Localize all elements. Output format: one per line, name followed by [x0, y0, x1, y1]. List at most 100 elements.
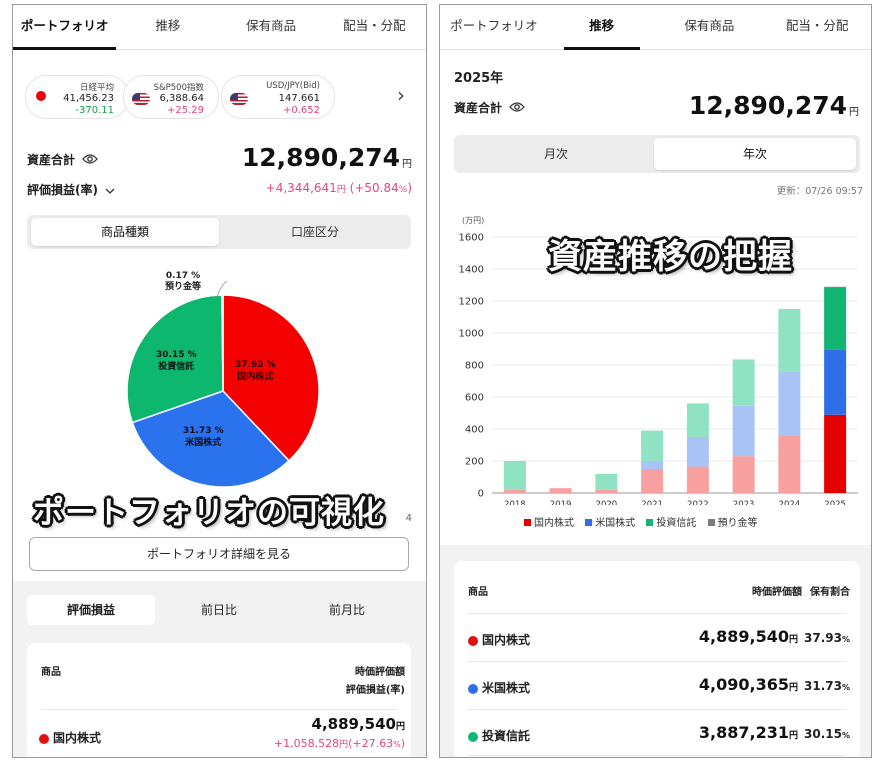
- tab-history[interactable]: 推移: [548, 5, 656, 50]
- pie-label-pct: 37.93 %: [235, 360, 276, 370]
- period-segment: 月次 年次: [454, 135, 860, 173]
- eye-icon[interactable]: [509, 101, 526, 116]
- bar-2024-series-2[interactable]: [778, 309, 801, 372]
- category-segment: 商品種類 口座区分: [27, 215, 411, 249]
- subtab-month[interactable]: 前月比: [283, 595, 411, 625]
- segment-account-type[interactable]: 口座区分: [223, 218, 407, 246]
- row-pl-number: +1,058,528: [273, 737, 340, 750]
- legend-swatch: [707, 519, 715, 526]
- tab-dividends[interactable]: 配当・分配: [323, 5, 426, 49]
- bar-2018-series-0[interactable]: [503, 489, 526, 493]
- bar-2023-series-2[interactable]: [732, 359, 755, 406]
- ticker-name: USD/JPY(Bid): [266, 81, 320, 91]
- ticker-change: +25.29: [166, 105, 204, 116]
- x-tick-label: 2023: [733, 500, 755, 505]
- ticker-sp500[interactable]: S&P500指数 6,388.64 +25.29: [123, 75, 219, 119]
- tab-holdings[interactable]: 保有商品: [656, 5, 764, 49]
- segment-product-type[interactable]: 商品種類: [31, 218, 219, 246]
- table-row[interactable]: 国内株式: [468, 631, 530, 648]
- legend-label: 国内株式: [534, 518, 574, 529]
- bar-2020-series-0[interactable]: [595, 489, 618, 493]
- bar-2023-series-0[interactable]: [732, 456, 755, 493]
- pct-unit: %: [841, 683, 850, 692]
- portfolio-detail-button[interactable]: ポートフォリオ詳細を見る: [29, 537, 409, 571]
- segment-yearly[interactable]: 年次: [654, 138, 856, 170]
- bar-2020-series-2[interactable]: [595, 473, 618, 490]
- tab-dividends[interactable]: 配当・分配: [763, 5, 871, 49]
- y-tick-label: 600: [465, 393, 484, 404]
- pie-label-pct: 30.15 %: [156, 350, 197, 360]
- bar-2025-series-0[interactable]: [824, 414, 847, 493]
- ticker-name: 日経平均: [79, 83, 114, 93]
- ticker-nikkei[interactable]: 日経平均 41,456.23 -370.11: [25, 75, 129, 119]
- pl-toggle[interactable]: 評価損益(率): [27, 181, 115, 198]
- holdings-ratio-card: 商品 時価評価額 保有割合 国内株式 4,889,540円 37.93% 米国株…: [454, 561, 860, 757]
- row-name: 国内株式: [482, 633, 531, 647]
- pie-label-domestic: 37.93 % 国内株式: [235, 359, 276, 383]
- table-row[interactable]: 米国株式: [468, 679, 530, 696]
- x-tick-label: 2019: [550, 500, 572, 505]
- bar-2025-series-1[interactable]: [824, 349, 847, 415]
- bar-2024-series-1[interactable]: [778, 371, 801, 436]
- y-tick-label: 1600: [459, 233, 484, 244]
- chevron-right-icon[interactable]: ›: [397, 83, 405, 107]
- row-value: 3,887,231円: [699, 723, 798, 742]
- pie-label-name: 投資信託: [158, 362, 195, 372]
- bar-2019-series-0[interactable]: [549, 488, 572, 493]
- pie-label-name: 預り金等: [165, 282, 202, 292]
- bar-2022-series-1[interactable]: [686, 437, 709, 467]
- us-flag-icon: [230, 90, 248, 109]
- yen-unit: 円: [339, 740, 349, 750]
- portfolio-screen: ポートフォリオ 推移 保有商品 配当・分配 日経平均 41,456.23 -37…: [12, 4, 427, 758]
- total-assets-row: 資産合計: [454, 99, 526, 116]
- subtab-day[interactable]: 前日比: [159, 595, 279, 625]
- bar-2021-series-0[interactable]: [641, 469, 664, 493]
- yen-unit: 円: [336, 185, 346, 195]
- col-product-header: 商品: [41, 667, 61, 678]
- tab-portfolio[interactable]: ポートフォリオ: [440, 5, 548, 49]
- eye-icon[interactable]: [82, 153, 99, 168]
- bar-2022-series-2[interactable]: [686, 403, 709, 437]
- tab-holdings[interactable]: 保有商品: [220, 5, 323, 49]
- x-tick-label: 2024: [779, 500, 801, 505]
- legend-label: 投資信託: [656, 518, 697, 529]
- col-value-header: 時価評価額: [355, 667, 405, 678]
- y-tick-label: 1400: [459, 265, 484, 276]
- y-tick-label: 400: [465, 425, 484, 436]
- table-row[interactable]: 国内株式: [39, 729, 101, 746]
- tab-portfolio[interactable]: ポートフォリオ: [13, 5, 117, 50]
- col-pl-header: 評価損益(率): [345, 685, 405, 696]
- legend-label: 預り金等: [717, 518, 758, 529]
- divider: [468, 661, 846, 662]
- bar-2025-series-2[interactable]: [824, 287, 847, 350]
- bar-2023-series-1[interactable]: [732, 405, 755, 457]
- subtab-pl[interactable]: 評価損益: [27, 595, 155, 625]
- yen-unit: 円: [849, 107, 859, 118]
- us-flag-icon: [132, 90, 150, 109]
- pie-label-pct: 0.17 %: [165, 271, 201, 281]
- bar-2021-series-1[interactable]: [641, 461, 664, 469]
- y-axis-unit: (万円): [462, 216, 484, 225]
- row-value-number: 4,889,540: [311, 715, 396, 733]
- table-row[interactable]: 投資信託: [468, 727, 530, 744]
- row-name: 国内株式: [53, 731, 102, 745]
- bar-2022-series-0[interactable]: [686, 466, 709, 493]
- pl-value: +4,344,641: [265, 181, 337, 195]
- bar-2021-series-2[interactable]: [641, 430, 664, 461]
- segment-monthly[interactable]: 月次: [458, 138, 654, 170]
- tab-history[interactable]: 推移: [116, 5, 219, 49]
- row-ratio: 37.93%: [804, 631, 850, 645]
- row-value-number: 4,090,365: [698, 675, 789, 694]
- legend-swatch: [585, 519, 593, 526]
- row-name: 投資信託: [482, 729, 531, 743]
- ticker-usdjpy[interactable]: USD/JPY(Bid) 147.661 +0.652: [221, 75, 335, 119]
- total-assets-label: 資産合計: [27, 153, 76, 167]
- row-value: 4,889,540円: [312, 715, 405, 733]
- legend-item: 国内株式: [524, 518, 574, 529]
- y-tick-label: 1000: [459, 329, 484, 340]
- legend-label: 米国株式: [595, 518, 636, 529]
- history-screen: ポートフォリオ 推移 保有商品 配当・分配 2025年 資産合計 12,890,…: [439, 4, 872, 758]
- bar-2024-series-0[interactable]: [778, 435, 801, 493]
- bar-2018-series-2[interactable]: [503, 461, 526, 490]
- row-value: 4,090,365円: [699, 675, 798, 694]
